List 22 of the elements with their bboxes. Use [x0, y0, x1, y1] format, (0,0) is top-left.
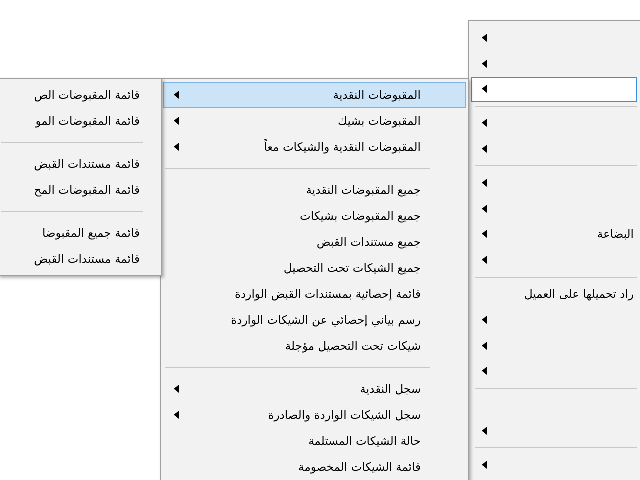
menu-item[interactable]: سجل الشيكات الواردة والصادرة [163, 402, 466, 428]
menu-item[interactable]: رسم بياني إحصائي عن الشيكات الواردة [163, 307, 466, 333]
menu-item[interactable]: جميع الشيكات تحت التحصيل [163, 255, 466, 281]
menu-item[interactable]: جميع المقبوضات بشيكات [163, 203, 466, 229]
menu-item[interactable]: قائمة إحصائية بمستندات القبض الواردة [163, 281, 466, 307]
menu-item[interactable]: راد تحميلها على العميل [471, 281, 637, 307]
menu-item[interactable]: جميع مستندات القبض [163, 229, 466, 255]
menu-item[interactable]: شيكات تحت التحصيل مؤجلة [163, 333, 466, 359]
menu-item[interactable]: قائمة مستندات القبض [1, 246, 159, 272]
menu-item[interactable]: قائمة المقبوضات المو [1, 108, 159, 134]
menu-item[interactable]: سجل النقدية [163, 376, 466, 402]
menu-item[interactable]: المقبوضات النقدية والشيكات معاً [163, 134, 466, 160]
menu-item[interactable]: قائمة المقبوضات المح [1, 177, 159, 203]
menu-item[interactable]: حالة الشيكات المستلمة [163, 428, 466, 454]
menu-item[interactable]: البضاعة [471, 222, 637, 248]
menu-item[interactable]: قائمة جميع المقبوضا [1, 220, 159, 246]
menu-item[interactable]: المقبوضات النقدية [163, 82, 466, 108]
menu-item[interactable]: قائمة الشيكات المخصومة [163, 454, 466, 480]
menu-item[interactable]: قائمة المقبوضات الص [1, 82, 159, 108]
menu-item[interactable]: جميع المقبوضات النقدية [163, 177, 466, 203]
menu-item[interactable]: المقبوضات بشيك [163, 108, 466, 134]
menu-item[interactable]: قائمة مستندات القبض [1, 151, 159, 177]
